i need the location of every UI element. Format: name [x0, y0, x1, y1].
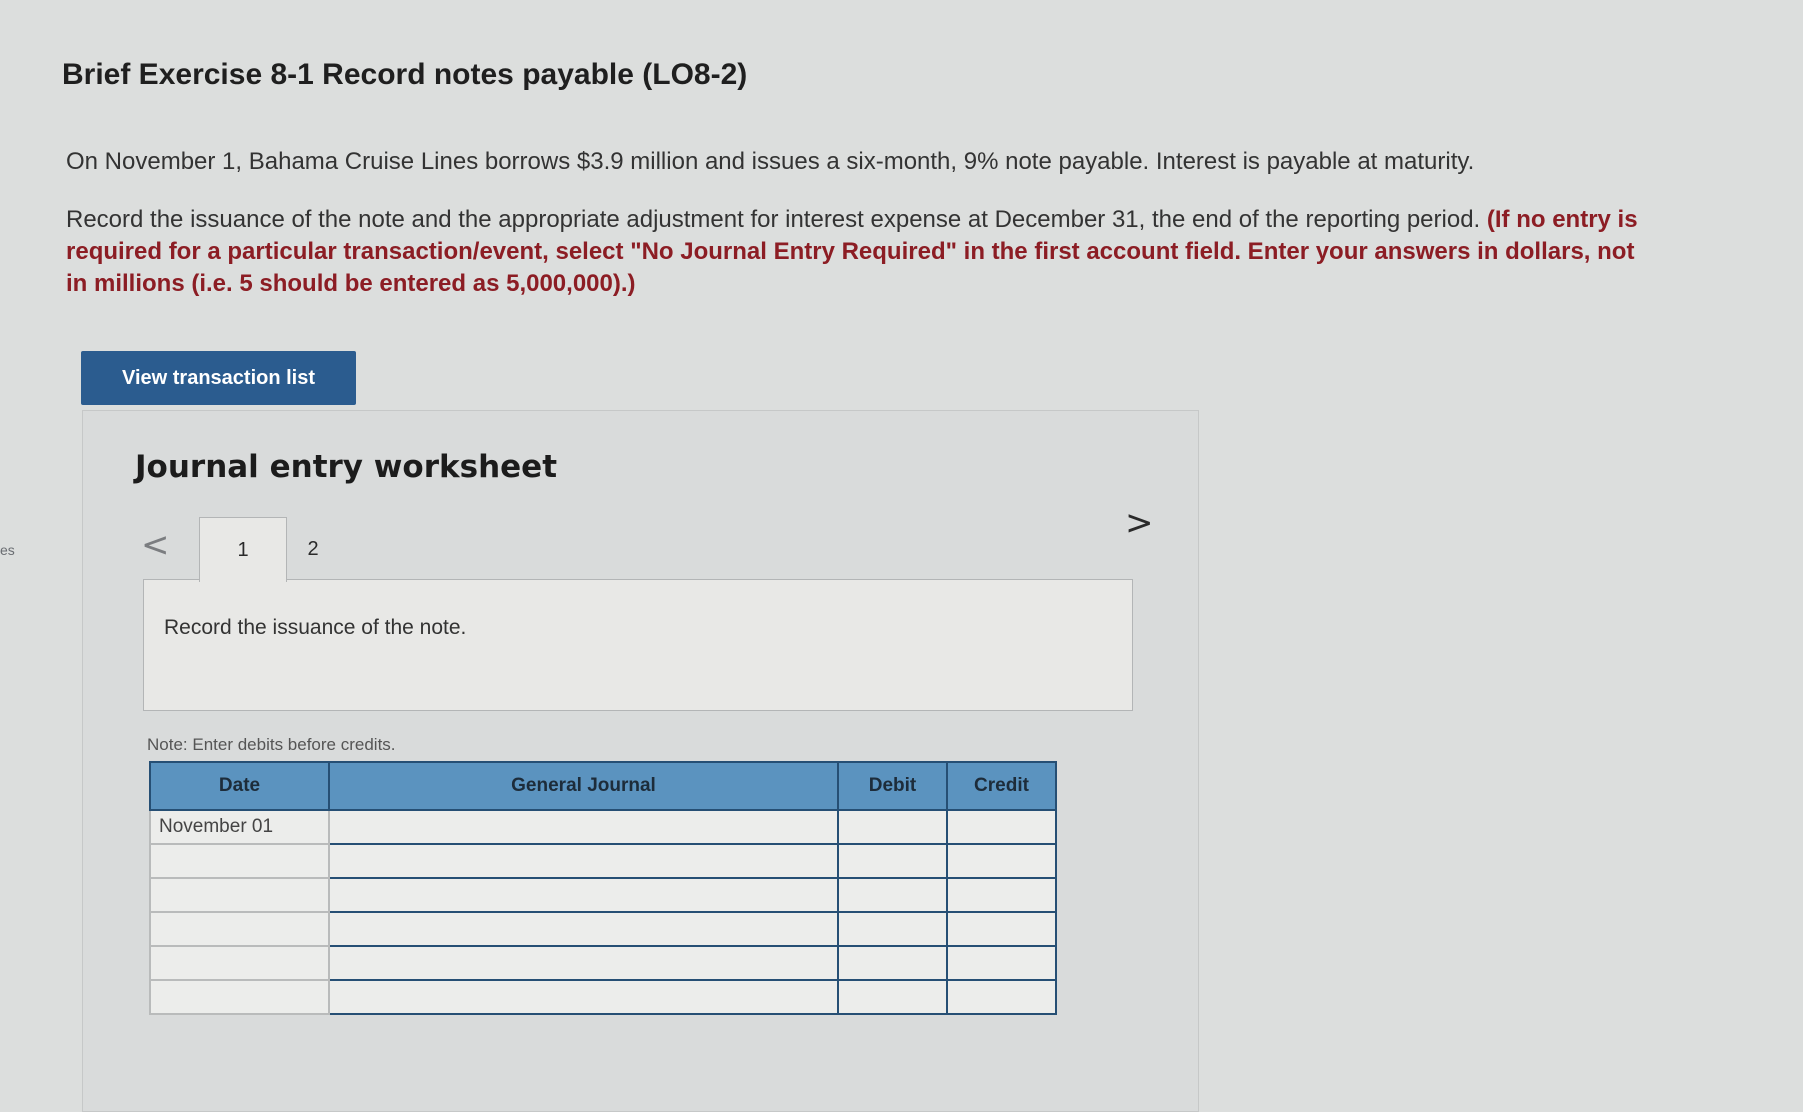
account-field[interactable]	[328, 843, 839, 879]
page-title: Brief Exercise 8-1 Record notes payable …	[62, 58, 748, 91]
debit-field[interactable]	[837, 911, 948, 947]
cropped-edge-text: es	[0, 542, 15, 558]
table-row	[149, 911, 1057, 947]
account-field[interactable]	[328, 911, 839, 947]
problem-paragraph-2-text: Record the issuance of the note and the …	[66, 206, 1481, 233]
journal-entry-worksheet: Journal entry worksheet < 1 2 > Record t…	[82, 410, 1199, 1112]
instruction-text: Record the issuance of the note.	[164, 616, 467, 639]
table-row	[149, 843, 1057, 879]
debit-field[interactable]	[837, 979, 948, 1015]
worksheet-title: Journal entry worksheet	[135, 449, 558, 485]
credit-column-header: Credit	[946, 761, 1057, 811]
date-column-header: Date	[149, 761, 330, 811]
credit-field[interactable]	[946, 945, 1057, 981]
debit-field[interactable]	[837, 877, 948, 913]
debit-field[interactable]	[837, 843, 948, 879]
problem-statement: On November 1, Bahama Cruise Lines borro…	[66, 146, 1646, 300]
chevron-right-icon[interactable]: >	[1125, 503, 1154, 543]
table-row	[149, 877, 1057, 913]
table-header-row: Date General Journal Debit Credit	[149, 761, 1057, 811]
debit-field[interactable]	[837, 809, 948, 845]
credit-field[interactable]	[946, 809, 1057, 845]
instruction-panel: Record the issuance of the note.	[143, 579, 1133, 711]
date-cell	[149, 877, 330, 913]
date-cell	[149, 843, 330, 879]
credit-field[interactable]	[946, 911, 1057, 947]
general-journal-table: Date General Journal Debit Credit Novemb…	[149, 761, 1057, 1015]
table-row: November 01	[149, 809, 1057, 845]
problem-paragraph-1: On November 1, Bahama Cruise Lines borro…	[66, 148, 1475, 175]
credit-field[interactable]	[946, 843, 1057, 879]
date-cell: November 01	[149, 809, 330, 845]
date-cell	[149, 945, 330, 981]
debit-column-header: Debit	[837, 761, 948, 811]
table-row	[149, 945, 1057, 981]
tab-label: 2	[307, 537, 319, 560]
view-transaction-list-button[interactable]: View transaction list	[81, 351, 356, 405]
debits-credits-note: Note: Enter debits before credits.	[147, 735, 396, 754]
general-journal-column-header: General Journal	[328, 761, 839, 811]
date-cell	[149, 911, 330, 947]
problem-paragraph-2: Record the issuance of the note and the …	[66, 204, 1646, 300]
date-cell	[149, 979, 330, 1015]
tab-label: 1	[237, 538, 249, 561]
account-field[interactable]	[328, 979, 839, 1015]
account-field[interactable]	[328, 945, 839, 981]
credit-field[interactable]	[946, 979, 1057, 1015]
account-field[interactable]	[328, 877, 839, 913]
debit-field[interactable]	[837, 945, 948, 981]
chevron-left-icon[interactable]: <	[141, 525, 170, 565]
tab-2[interactable]: 2	[283, 517, 343, 581]
credit-field[interactable]	[946, 877, 1057, 913]
account-field[interactable]	[328, 809, 839, 845]
tab-1[interactable]: 1	[199, 517, 287, 582]
table-row	[149, 979, 1057, 1015]
